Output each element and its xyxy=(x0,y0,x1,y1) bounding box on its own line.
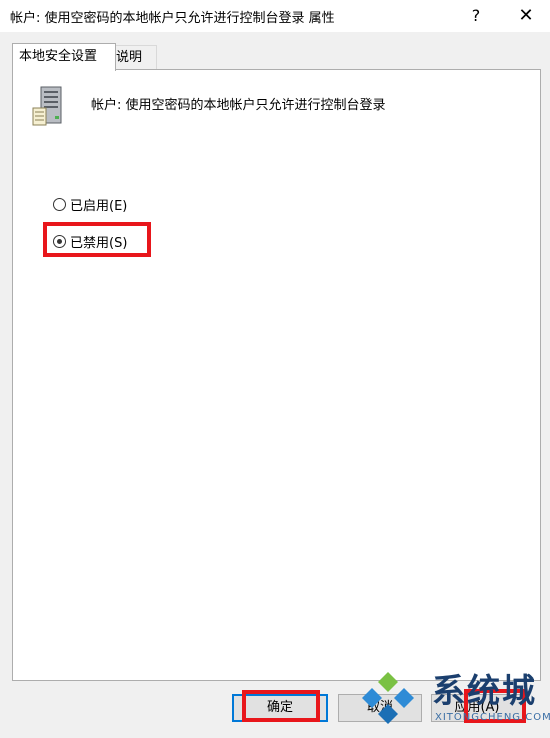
policy-name: 帐户: 使用空密码的本地帐户只允许进行控制台登录 xyxy=(91,98,386,113)
enabled-radio-label: 已启用(E) xyxy=(70,198,128,214)
disabled-radio[interactable]: 已禁用(S) xyxy=(53,231,127,251)
server-icon xyxy=(32,86,62,126)
enabled-radio[interactable]: 已启用(E) xyxy=(53,194,127,214)
enabled-radio-circle[interactable] xyxy=(53,197,66,211)
window-title: 帐户: 使用空密码的本地帐户只允许进行控制台登录 属性 xyxy=(10,11,335,26)
tab-panel: 帐户: 使用空密码的本地帐户只允许进行控制台登录 已启用(E) 已禁用(S) xyxy=(12,69,541,681)
close-button[interactable]: ✕ xyxy=(504,0,548,32)
disabled-radio-circle[interactable] xyxy=(53,234,66,248)
cancel-button[interactable]: 取消 xyxy=(338,694,422,722)
tab-local-security-setting[interactable]: 本地安全设置 xyxy=(12,43,116,71)
title-bar: 帐户: 使用空密码的本地帐户只允许进行控制台登录 属性 ? ✕ xyxy=(0,0,550,32)
help-button[interactable]: ? xyxy=(454,0,498,32)
apply-button[interactable]: 应用(A) xyxy=(431,694,523,722)
ok-button[interactable]: 确定 xyxy=(232,694,328,722)
tab-explain[interactable]: 说明 xyxy=(109,45,157,70)
disabled-radio-label: 已禁用(S) xyxy=(70,235,128,251)
